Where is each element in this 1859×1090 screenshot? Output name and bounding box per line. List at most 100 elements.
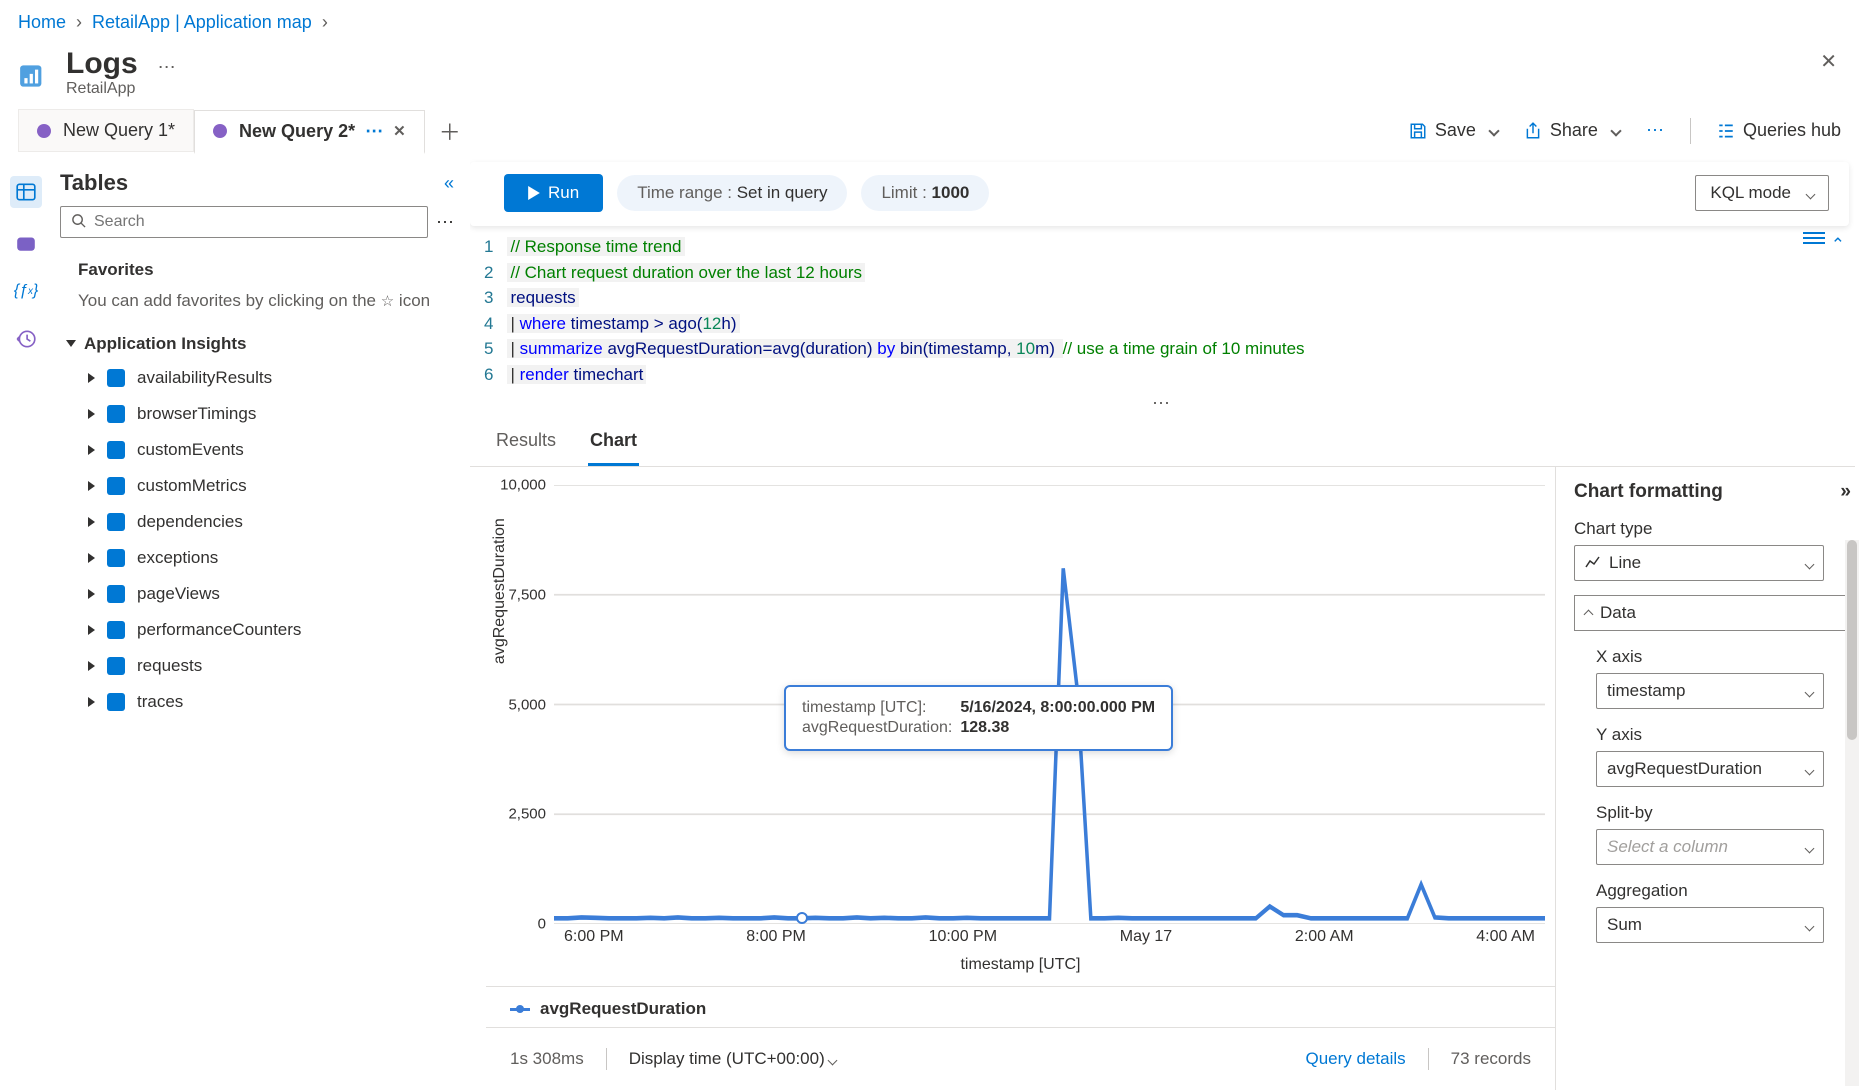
tab-query-1[interactable]: New Query 1* [18,109,194,152]
tab-label: New Query 1* [63,120,175,141]
tree-item-customEvents[interactable]: customEvents [88,432,454,468]
lines-icon [1803,232,1825,234]
sidebar-more-button[interactable]: ⋯ [436,212,454,233]
query-details-link[interactable]: Query details [1306,1049,1406,1069]
tree-item-availabilityResults[interactable]: availabilityResults [88,360,454,396]
yaxis-select[interactable]: avgRequestDuration [1596,751,1824,787]
table-icon [107,585,125,603]
tab-results[interactable]: Results [494,420,558,466]
editor-gutter: 123456 [484,234,507,387]
rail-history-button[interactable] [13,326,39,352]
format-panel-title: Chart formatting [1574,481,1723,503]
tab-query-2[interactable]: New Query 2* ⋯ ✕ [194,110,425,154]
xtick-label: May 17 [1120,928,1172,946]
tree-item-label: exceptions [137,548,218,568]
chart-type-value: Line [1609,553,1641,573]
chevron-down-icon [1806,759,1813,779]
scrollbar-thumb[interactable] [1847,540,1857,740]
mode-select[interactable]: KQL mode [1695,175,1829,211]
expand-panel-icon[interactable]: » [1840,481,1851,503]
table-icon [107,513,125,531]
time-range-pill[interactable]: Time range : Set in query [617,175,847,211]
editor-options-button[interactable]: ⌃ [1803,232,1845,258]
tree-item-exceptions[interactable]: exceptions [88,540,454,576]
tree-item-label: pageViews [137,584,220,604]
more-commands-button[interactable]: ⋯ [1646,120,1664,141]
save-icon [1409,122,1427,140]
close-icon[interactable]: ✕ [393,122,406,140]
tab-menu-icon[interactable]: ⋯ [365,121,383,142]
status-duration: 1s 308ms [510,1049,584,1069]
rail-tables-button[interactable] [10,176,42,208]
caret-right-icon [88,589,95,599]
page-subtitle: RetailApp [66,80,138,98]
chevron-down-icon [1585,603,1592,623]
tab-chart[interactable]: Chart [588,420,639,466]
ytick-label: 2,500 [508,806,546,823]
limit-pill[interactable]: Limit : 1000 [861,175,989,211]
yaxis-value: avgRequestDuration [1607,759,1762,779]
save-button[interactable]: Save [1409,120,1498,141]
divider [606,1048,607,1070]
aggregation-label: Aggregation [1596,881,1851,901]
table-icon [107,441,125,459]
xtick-label: 4:00 AM [1476,928,1535,946]
queries-hub-button[interactable]: Queries hub [1717,120,1841,141]
chart-canvas[interactable]: avgRequestDuration 02,5005,0007,50010,00… [486,477,1555,978]
favorites-heading: Favorites [78,260,454,280]
tooltip-ts-label: timestamp [UTC]: [802,699,958,717]
rail-fx-button[interactable]: {ƒx} [13,278,39,304]
add-tab-button[interactable]: ＋ [425,115,475,147]
search-input[interactable] [94,213,417,231]
chart-type-select[interactable]: Line [1574,545,1824,581]
tree-item-requests[interactable]: requests [88,648,454,684]
tree-group-application-insights[interactable]: Application Insights [66,328,454,360]
share-button[interactable]: Share [1524,120,1620,141]
query-editor[interactable]: 123456 // Response time trend // Chart r… [470,226,1855,393]
breadcrumb: Home › RetailApp | Application map › [0,0,1859,43]
breadcrumb-home[interactable]: Home [18,12,66,33]
caret-right-icon [88,625,95,635]
xaxis-select[interactable]: timestamp [1596,673,1824,709]
scrollbar[interactable] [1845,540,1859,1086]
close-icon[interactable]: ✕ [1820,49,1837,74]
aggregation-select[interactable]: Sum [1596,907,1824,943]
table-icon [107,549,125,567]
breadcrumb-app[interactable]: RetailApp | Application map [92,12,312,33]
mode-label: KQL mode [1710,183,1791,203]
resize-handle[interactable]: ⋯ [470,393,1855,414]
ytick-label: 7,500 [508,586,546,603]
chevron-right-icon: › [322,12,328,33]
tree-item-label: customMetrics [137,476,247,496]
queries-hub-label: Queries hub [1743,120,1841,141]
tree-item-customMetrics[interactable]: customMetrics [88,468,454,504]
tree-item-traces[interactable]: traces [88,684,454,720]
display-time-button[interactable]: Display time (UTC+00:00) [629,1049,837,1069]
collapse-sidebar-button[interactable]: « [444,173,454,194]
tree-item-browserTimings[interactable]: browserTimings [88,396,454,432]
rail-functions-button[interactable] [13,230,39,256]
tooltip-val-label: avgRequestDuration: [802,719,958,737]
data-section-toggle[interactable]: Data [1574,595,1846,631]
chevron-collapse-icon: ⌃ [1831,232,1845,258]
line-chart-icon [1585,555,1601,571]
caret-right-icon [88,697,95,707]
caret-right-icon [88,661,95,671]
caret-right-icon [88,445,95,455]
tree-item-pageViews[interactable]: pageViews [88,576,454,612]
time-range-label: Time range : [637,183,732,202]
tree-item-performanceCounters[interactable]: performanceCounters [88,612,454,648]
tree-item-dependencies[interactable]: dependencies [88,504,454,540]
caret-right-icon [88,373,95,383]
lightbulb-icon [37,124,51,138]
header-more-icon[interactable]: ⋯ [158,57,176,78]
editor-code[interactable]: // Response time trend // Chart request … [507,234,1304,387]
save-label: Save [1435,120,1476,141]
run-button[interactable]: Run [504,174,603,212]
splitby-label: Split-by [1596,803,1851,823]
caret-right-icon [88,481,95,491]
table-icon [107,621,125,639]
sidebar-title: Tables [60,170,128,196]
splitby-select[interactable]: Select a column [1596,829,1824,865]
search-icon [71,213,86,231]
